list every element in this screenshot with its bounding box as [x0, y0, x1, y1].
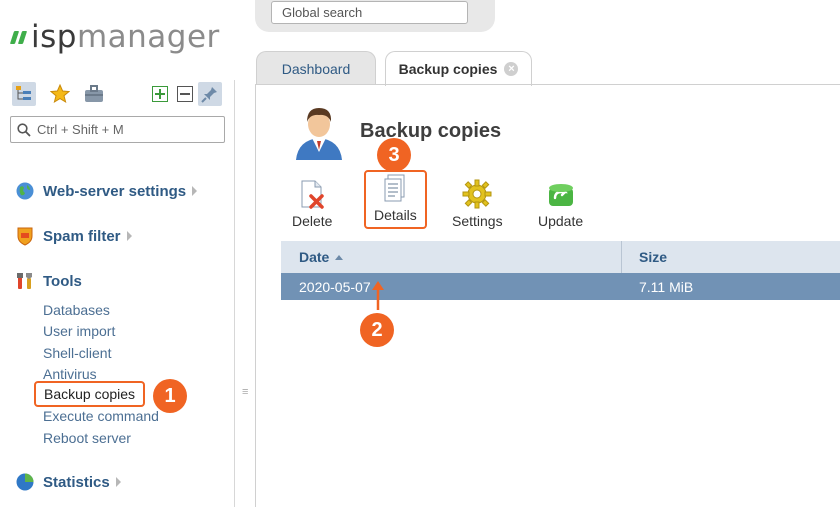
global-search[interactable] [271, 1, 468, 24]
top-bar [255, 0, 495, 32]
sidebar-item-reboot-server[interactable]: Reboot server [43, 430, 131, 446]
table-header: Date Size [281, 241, 840, 273]
pin-icon[interactable] [198, 82, 222, 106]
annotation-badge-1: 1 [153, 379, 187, 413]
shield-icon [15, 226, 35, 246]
sidebar-group-web-server-settings[interactable]: Web-server settings [15, 181, 198, 201]
page-title: Backup copies [360, 120, 502, 142]
tree-view-icon[interactable] [12, 82, 36, 106]
chevron-right-icon [126, 231, 132, 241]
column-header-date[interactable]: Date [299, 241, 344, 273]
cell-size: 7.11 MiB [639, 278, 694, 295]
gear-icon [461, 178, 493, 210]
refresh-icon [545, 178, 577, 210]
sidebar: ispmanager Web-server settings Spam filt… [0, 0, 235, 507]
content-border [255, 84, 256, 507]
annotation-badge-2: 2 [360, 313, 394, 347]
settings-button[interactable]: Settings [452, 178, 503, 229]
sidebar-item-antivirus[interactable]: Antivirus [43, 366, 97, 382]
star-icon[interactable] [48, 82, 72, 106]
splitter-handle[interactable]: ≡ [242, 386, 248, 398]
logo-mark-icon [9, 30, 28, 44]
sidebar-group-statistics[interactable]: Statistics [15, 472, 121, 492]
search-icon [17, 122, 31, 137]
sidebar-divider [234, 80, 235, 507]
chevron-right-icon [192, 186, 198, 196]
pie-chart-icon [15, 472, 35, 492]
sidebar-search-input[interactable] [37, 122, 217, 137]
column-header-size[interactable]: Size [639, 241, 667, 273]
sidebar-search[interactable] [10, 116, 225, 143]
expand-all-icon[interactable] [148, 82, 172, 106]
delete-icon [296, 178, 328, 210]
global-search-input[interactable] [282, 5, 462, 20]
sidebar-group-spam-filter[interactable]: Spam filter [15, 226, 132, 246]
annotation-badge-3: 3 [377, 138, 411, 172]
sort-ascending-icon [335, 254, 344, 260]
annotation-arrow [372, 281, 384, 310]
sidebar-item-execute-command[interactable]: Execute command [43, 408, 159, 424]
chevron-right-icon [115, 477, 121, 487]
ispmanager-logo: ispmanager [9, 19, 220, 55]
globe-icon [15, 181, 35, 201]
sidebar-item-shell-client[interactable]: Shell-client [43, 345, 111, 361]
briefcase-icon[interactable] [82, 82, 106, 106]
close-tab-icon[interactable]: × [504, 62, 519, 76]
column-divider[interactable] [621, 241, 622, 273]
sidebar-group-tools[interactable]: Tools [15, 271, 82, 291]
table-row[interactable]: 2020-05-07 7.11 MiB [281, 273, 840, 300]
user-avatar-icon [288, 100, 350, 162]
sidebar-item-user-import[interactable]: User import [43, 323, 115, 339]
details-button[interactable]: Details [364, 170, 427, 229]
cell-date: 2020-05-07 [299, 278, 371, 295]
update-button[interactable]: Update [538, 178, 583, 229]
details-icon [379, 172, 411, 204]
sidebar-item-databases[interactable]: Databases [43, 302, 110, 318]
tab-underline [255, 84, 840, 85]
tab-backup-copies[interactable]: Backup copies × [385, 51, 532, 86]
sidebar-item-backup-copies[interactable]: Backup copies [34, 381, 146, 407]
delete-button[interactable]: Delete [292, 178, 332, 229]
tools-icon [15, 271, 35, 291]
collapse-all-icon[interactable] [173, 82, 197, 106]
tab-dashboard[interactable]: Dashboard [256, 51, 376, 85]
